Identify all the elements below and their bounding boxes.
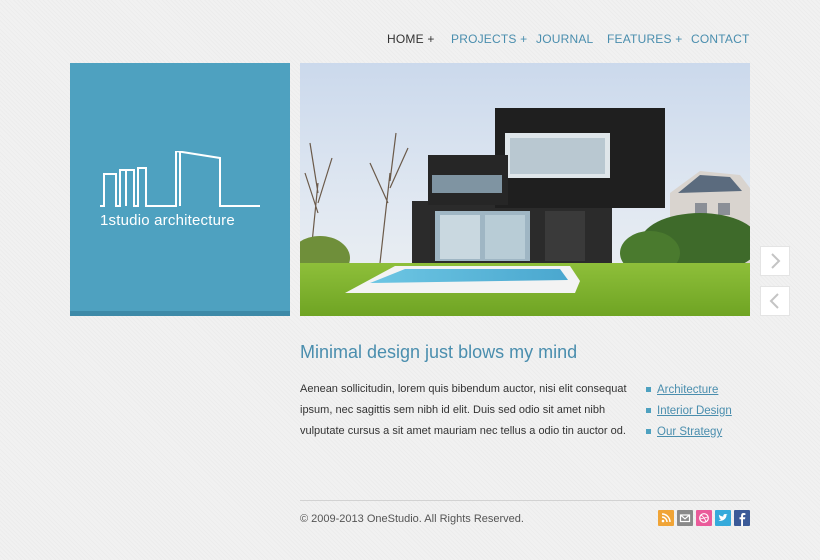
bird-glyph-icon [718,514,728,521]
slider-next-button[interactable] [760,246,790,276]
hero-image [300,63,750,316]
logo-buildings-icon [100,151,260,207]
slider-prev-button[interactable] [760,286,790,316]
square-bullet-icon [646,408,651,413]
hero-house-illustration [300,63,750,316]
nav-home[interactable]: HOME + [387,32,435,46]
square-bullet-icon [646,387,651,392]
footer-divider [300,500,750,501]
dribbble-icon[interactable] [696,510,712,526]
envelope-glyph-icon [679,514,691,523]
link-our-strategy[interactable]: Our Strategy [657,426,722,438]
rss-glyph-icon [661,513,671,523]
logo[interactable]: 1studio architecture [70,63,290,316]
logo-text: 1studio architecture [100,212,235,229]
facebook-icon[interactable] [734,510,750,526]
list-item: Our Strategy [646,422,732,443]
dribbble-glyph-icon [699,513,709,523]
square-bullet-icon [646,429,651,434]
rss-icon[interactable] [658,510,674,526]
copyright-text: © 2009-2013 OneStudio. All Rights Reserv… [300,513,524,525]
logo-bottom-bar [70,311,290,316]
email-icon[interactable] [677,510,693,526]
twitter-icon[interactable] [715,510,731,526]
list-item: Interior Design [646,401,732,422]
link-interior-design[interactable]: Interior Design [657,405,732,417]
chevron-left-icon [769,293,779,309]
f-glyph-icon [739,513,746,526]
intro-paragraph: Aenean sollicitudin, lorem quis bibendum… [300,383,627,437]
link-architecture[interactable]: Architecture [657,384,718,396]
nav-features[interactable]: FEATURES + [607,32,682,46]
list-item: Architecture [646,380,732,401]
nav-contact[interactable]: CONTACT [691,32,750,46]
nav-projects[interactable]: PROJECTS + [451,32,527,46]
nav-journal[interactable]: JOURNAL [536,32,593,46]
chevron-right-icon [771,253,781,269]
category-links: Architecture Interior Design Our Strateg… [646,380,732,443]
page-title: Minimal design just blows my mind [300,342,578,362]
